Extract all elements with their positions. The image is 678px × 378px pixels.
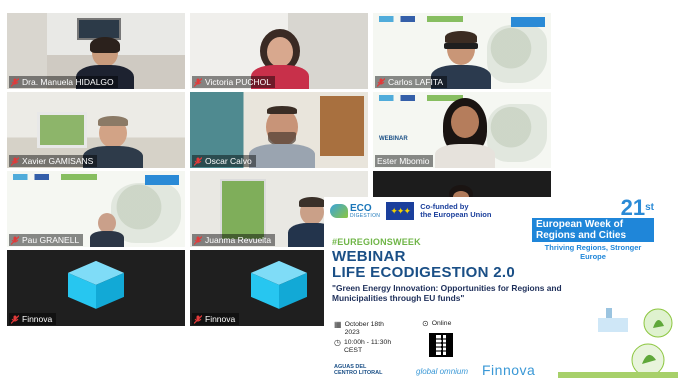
webinar-poster: ECO DIGESTION ✦✦✦ Co-funded by the Europ…: [324, 197, 678, 378]
video-tile-active-speaker[interactable]: WEBINAR Ester Mbomio: [373, 92, 551, 168]
calendar-icon: ▦: [334, 320, 342, 329]
poster-date: ▦ October 18th 2023: [334, 321, 384, 336]
mic-muted-icon: [194, 77, 202, 87]
slide-webinar-label: WEBINAR: [379, 136, 408, 142]
ecodigestion-logo: ECO DIGESTION: [330, 202, 381, 219]
time-line2: CEST: [343, 346, 363, 354]
ewrc-number-value: 21: [620, 197, 646, 220]
poster-logos: ECO DIGESTION ✦✦✦ Co-funded by the Europ…: [330, 201, 491, 221]
participant-name-tag: Pau GRANELL: [9, 234, 84, 246]
location-text: Online: [431, 320, 452, 327]
cube-logo-icon: [68, 260, 124, 309]
participant-name-tag: Carlos LAFITA: [375, 76, 448, 88]
mic-muted-icon: [194, 156, 202, 166]
eco-logo-text: ECO: [350, 202, 372, 214]
poster-subtitle: LIFE ECODIGESTION 2.0: [332, 264, 515, 281]
date-line2: 2023: [344, 328, 360, 336]
mic-muted-icon: [11, 77, 19, 87]
qr-code-icon: [429, 333, 453, 357]
date-line1: October 18th: [344, 321, 384, 328]
video-conference-screenshot: Dra. Manuela HIDALGO Victoria PUCHOL Car…: [0, 0, 678, 378]
mic-muted-icon: [194, 235, 202, 245]
participant-name: Finnova: [22, 314, 53, 324]
european-week-badge: 21st European Week of Regions and Cities…: [532, 197, 654, 261]
ewrc-title-line2: Regions and Cities: [536, 230, 627, 241]
eu-funding-text: Co-funded by the European Union: [420, 203, 491, 219]
green-energy-illustration: [558, 308, 678, 378]
participant-name-tag: Victoria PUCHOL: [192, 76, 275, 88]
global-omnium-logo: global omnium: [416, 367, 469, 376]
mic-muted-icon: [194, 314, 202, 324]
video-tile-participant[interactable]: Dra. Manuela HIDALGO: [7, 13, 185, 89]
cube-logo-icon: [251, 260, 307, 309]
participant-name: Finnova: [205, 314, 236, 324]
participant-name: Dra. Manuela HIDALGO: [22, 77, 114, 87]
ewrc-tagline: Thriving Regions, Stronger Europe: [544, 243, 642, 261]
eu-text-line2: the European Union: [420, 210, 492, 219]
finnova-logo: Finnova: [482, 362, 536, 378]
video-tile-participant[interactable]: Oscar Calvo: [190, 92, 368, 168]
video-tile-camera-off[interactable]: Finnova: [7, 250, 185, 326]
participant-name: Ester Mbomio: [377, 156, 430, 166]
poster-hashtag: #EUREGIONSWEEK: [332, 237, 421, 247]
participant-name-tag: Finnova: [192, 313, 240, 325]
participant-name-tag: Juanma Revuelta: [192, 234, 276, 246]
mic-muted-icon: [377, 77, 385, 87]
ewrc-number: 21st: [532, 197, 654, 220]
video-tile-participant[interactable]: Carlos LAFITA: [373, 13, 551, 89]
eco-logo-subtext: DIGESTION: [350, 212, 381, 219]
participant-name-tag: Ester Mbomio: [375, 155, 434, 167]
participant-name: Carlos LAFITA: [388, 77, 444, 87]
poster-time: ◷ 10:00h - 11:30h CEST: [334, 339, 391, 354]
ecodigestion-leaf-icon: [330, 204, 348, 218]
participant-name-tag: Xavier GAMISANS: [9, 155, 98, 167]
ewrc-title-box: European Week of Regions and Cities: [532, 218, 654, 242]
video-tile-participant[interactable]: Pau GRANELL: [7, 171, 185, 247]
participant-name: Victoria PUCHOL: [205, 77, 271, 87]
clock-icon: ◷: [334, 338, 341, 347]
location-pin-icon: ⊙: [422, 319, 429, 328]
participant-name-tag: Dra. Manuela HIDALGO: [9, 76, 118, 88]
eu-flag-icon: ✦✦✦: [386, 202, 415, 220]
ewrc-number-suffix: st: [645, 202, 654, 213]
participant-name: Juanma Revuelta: [205, 235, 272, 245]
time-line1: 10:00h - 11:30h: [343, 339, 392, 346]
poster-title: WEBINAR: [332, 248, 406, 265]
mic-muted-icon: [11, 314, 19, 324]
participant-name-tag: Finnova: [9, 313, 57, 325]
partner1-line2: CENTRO LITORAL: [334, 370, 383, 376]
video-tile-participant[interactable]: Victoria PUCHOL: [190, 13, 368, 89]
poster-location: ⊙ Online: [422, 320, 451, 328]
aguas-centro-litoral-logo: AGUAS DEL CENTRO LITORAL: [334, 364, 382, 376]
participant-name: Oscar Calvo: [205, 156, 252, 166]
participant-name-tag: Oscar Calvo: [192, 155, 256, 167]
participant-name: Pau GRANELL: [22, 235, 80, 245]
ewrc-title-line1: European Week of: [536, 219, 624, 230]
mic-muted-icon: [11, 235, 19, 245]
poster-quote: "Green Energy Innovation: Opportunities …: [332, 283, 562, 303]
mic-muted-icon: [11, 156, 19, 166]
video-tile-participant[interactable]: Xavier GAMISANS: [7, 92, 185, 168]
participant-name: Xavier GAMISANS: [22, 156, 94, 166]
